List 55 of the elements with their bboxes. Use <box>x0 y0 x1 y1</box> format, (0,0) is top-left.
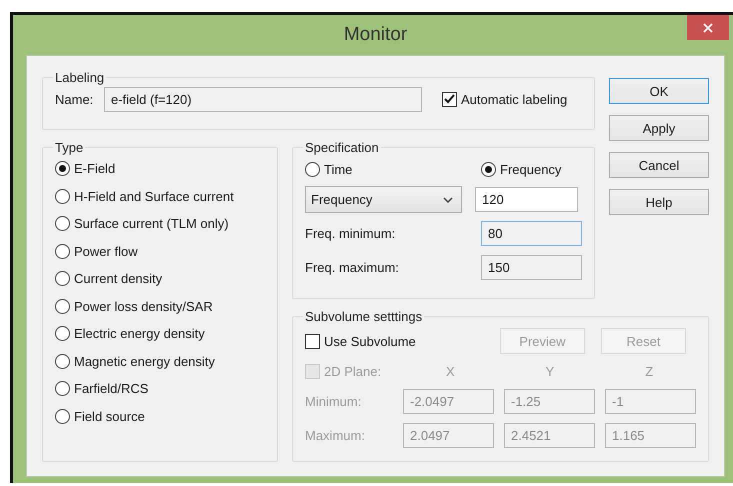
radio-button[interactable] <box>55 271 70 286</box>
radio-button[interactable] <box>55 161 70 176</box>
radio-button[interactable] <box>481 162 496 176</box>
radio-button[interactable] <box>55 244 70 259</box>
radio-button[interactable] <box>55 216 70 232</box>
radio-label: Magnetic energy density <box>74 354 215 369</box>
dialog-button[interactable]: Help <box>609 189 709 215</box>
radio-button[interactable] <box>305 162 320 176</box>
dialog-button[interactable]: Cancel <box>609 152 709 178</box>
field-label: Maximum: <box>305 428 366 442</box>
radio-button[interactable] <box>55 298 70 314</box>
radio-label: H-Field and Surface current <box>74 188 234 204</box>
axis-label: X <box>444 364 456 378</box>
close-icon <box>703 22 713 32</box>
dropdown-value: Frequency <box>311 192 372 207</box>
radio-label: Time <box>324 162 352 176</box>
radio-label: Electric energy density <box>74 326 205 342</box>
frequency-field[interactable]: 80 <box>481 220 582 246</box>
field-label: Freq. maximum: <box>305 260 400 274</box>
radio-button[interactable] <box>55 354 70 369</box>
group-title: Subvolume setttings <box>304 309 424 324</box>
axis-label: Z <box>644 364 654 378</box>
radio-button[interactable] <box>55 408 70 424</box>
radio-label: Farfield/RCS <box>74 381 148 396</box>
group-title: Labeling <box>54 70 106 85</box>
radio-button[interactable] <box>55 326 70 342</box>
radio-button[interactable] <box>55 188 70 204</box>
radio-label: Power loss density/SAR <box>74 298 213 314</box>
axis-label: Y <box>544 364 556 378</box>
checkbox[interactable] <box>442 92 457 106</box>
group-title: Type <box>54 140 84 155</box>
checkbox-label: Use Subvolume <box>324 334 416 348</box>
radio-label: Surface current (TLM only) <box>74 216 229 232</box>
radio-label: Power flow <box>74 244 138 259</box>
group-title: Specification <box>304 140 380 155</box>
radio-button[interactable] <box>55 381 70 396</box>
frequency-field[interactable]: 120 <box>475 187 578 212</box>
dialog-button[interactable]: OK <box>609 78 709 104</box>
checkbox-label: Automatic labeling <box>461 92 568 106</box>
checkbox[interactable] <box>305 334 320 348</box>
name-label: Name: <box>55 92 94 106</box>
radio-label: Current density <box>74 271 162 286</box>
name-field[interactable]: e-field (f=120) <box>104 86 422 112</box>
frequency-field[interactable]: 150 <box>481 254 582 280</box>
checkbox-label: 2D Plane: <box>324 364 382 378</box>
field-label: Freq. minimum: <box>305 226 396 240</box>
close-button[interactable] <box>687 15 729 40</box>
field-label: Minimum: <box>305 394 362 408</box>
dialog-button[interactable]: Apply <box>609 115 709 141</box>
type-dropdown[interactable]: Frequency <box>305 186 462 213</box>
radio-label: Frequency <box>500 162 562 176</box>
radio-label: Field source <box>74 408 145 424</box>
chevron-down-icon <box>443 196 453 202</box>
window-title: Monitor <box>344 24 408 46</box>
radio-label: E-Field <box>74 161 116 176</box>
